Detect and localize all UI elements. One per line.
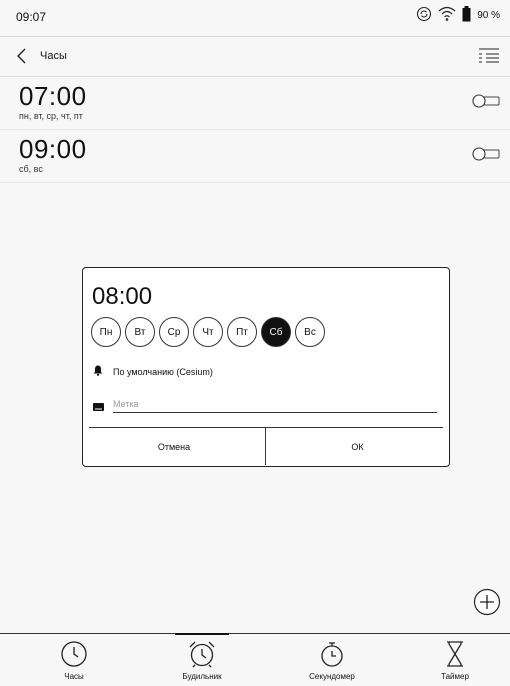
day-toggle-wed[interactable]: Ср bbox=[159, 317, 189, 347]
alarm-days: пн, вт, ср, чт, пт bbox=[19, 111, 83, 121]
label-input[interactable] bbox=[113, 396, 437, 413]
hourglass-icon bbox=[447, 641, 463, 667]
sound-selector[interactable]: По умолчанию (Cesium) bbox=[93, 365, 213, 378]
bottom-nav: Часы Будильник Секундомер Таймер bbox=[0, 633, 510, 686]
alarm-toggle[interactable] bbox=[472, 93, 500, 109]
label-row bbox=[93, 395, 439, 415]
alarm-time: 07:00 bbox=[19, 81, 87, 111]
day-toggle-fri[interactable]: Пт bbox=[227, 317, 257, 347]
list-menu-icon bbox=[479, 48, 499, 63]
app-bar: Часы bbox=[0, 36, 510, 77]
alarm-clock-icon bbox=[189, 641, 215, 668]
day-toggle-sun[interactable]: Вс bbox=[295, 317, 325, 347]
dialog-time[interactable]: 08:00 bbox=[92, 283, 152, 311]
status-bar: 09:07 90 % bbox=[0, 0, 510, 37]
tab-timer[interactable]: Таймер bbox=[405, 634, 505, 686]
status-icons: 90 % bbox=[416, 6, 500, 25]
sound-name: По умолчанию (Cesium) bbox=[113, 366, 213, 377]
tab-label: Таймер bbox=[441, 672, 469, 681]
ok-button[interactable]: ОК bbox=[266, 428, 449, 465]
battery-icon bbox=[462, 6, 471, 25]
alarm-time: 09:00 bbox=[19, 134, 87, 164]
tab-alarm[interactable]: Будильник bbox=[152, 634, 252, 686]
menu-button[interactable] bbox=[478, 46, 500, 66]
stopwatch-icon bbox=[321, 642, 343, 667]
wifi-icon bbox=[438, 6, 456, 25]
day-toggle-mon[interactable]: Пн bbox=[91, 317, 121, 347]
tab-label: Часы bbox=[64, 672, 84, 681]
bell-icon bbox=[93, 365, 103, 378]
alarm-days: сб, вс bbox=[19, 164, 43, 174]
clock-icon bbox=[61, 641, 87, 667]
chevron-left-icon bbox=[17, 48, 26, 64]
alarm-item[interactable]: 09:00 сб, вс bbox=[0, 130, 510, 183]
battery-percent: 90 % bbox=[477, 10, 500, 21]
tab-clock[interactable]: Часы bbox=[24, 634, 124, 686]
alarm-item[interactable]: 07:00 пн, вт, ср, чт, пт bbox=[0, 77, 510, 130]
tag-icon bbox=[93, 399, 104, 411]
tab-label: Будильник bbox=[182, 672, 222, 681]
alarm-edit-dialog: 08:00 Пн Вт Ср Чт Пт Сб Вс По умолчанию … bbox=[82, 267, 450, 467]
back-button[interactable] bbox=[10, 44, 34, 68]
weekday-selector: Пн Вт Ср Чт Пт Сб Вс bbox=[91, 317, 325, 347]
page-title: Часы bbox=[40, 50, 67, 62]
status-time: 09:07 bbox=[16, 10, 47, 24]
plus-circle-icon bbox=[473, 588, 501, 616]
cancel-button[interactable]: Отмена bbox=[83, 428, 266, 465]
toggle-off-icon bbox=[472, 94, 500, 108]
toggle-off-icon bbox=[472, 147, 500, 161]
day-toggle-thu[interactable]: Чт bbox=[193, 317, 223, 347]
alarm-toggle[interactable] bbox=[472, 146, 500, 162]
tab-stopwatch[interactable]: Секундомер bbox=[282, 634, 382, 686]
tab-label: Секундомер bbox=[309, 672, 355, 681]
day-toggle-tue[interactable]: Вт bbox=[125, 317, 155, 347]
add-alarm-button[interactable] bbox=[473, 588, 501, 616]
sync-icon bbox=[416, 6, 432, 25]
day-toggle-sat[interactable]: Сб bbox=[261, 317, 291, 347]
